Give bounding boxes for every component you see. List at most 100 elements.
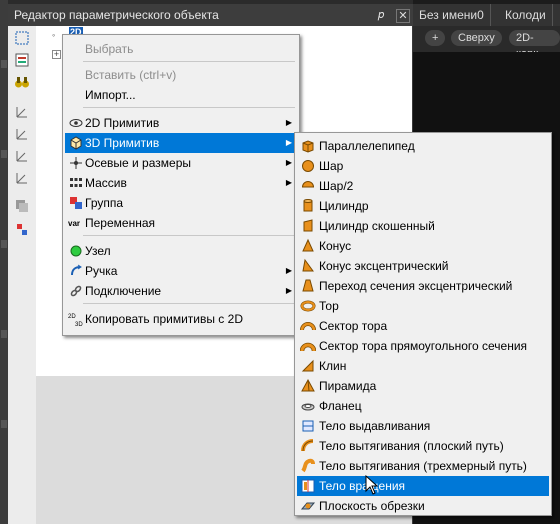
submenu-item-16[interactable]: Тело вытягивания (плоский путь) [297, 436, 549, 456]
sweep-flat-icon [301, 439, 314, 452]
green-dot-icon [70, 245, 82, 257]
variable-icon: var [68, 219, 80, 228]
menu-item-1[interactable]: Выбрать [65, 39, 297, 59]
transform-3d-icon[interactable] [14, 222, 30, 238]
submenu-item-14[interactable]: Фланец [297, 396, 549, 416]
submenu-item-8[interactable]: Переход сечения эксцентрический [297, 276, 549, 296]
submenu-item-label: Сектор тора прямоугольного сечения [319, 339, 528, 353]
wedge-icon [301, 359, 314, 372]
submenu-arrow-icon: ▶ [285, 138, 292, 147]
properties-icon[interactable] [14, 52, 30, 68]
menu-item-2[interactable]: Вставить (ctrl+v) [65, 65, 297, 85]
editor-toolbar [8, 26, 36, 524]
svg-text:3D: 3D [75, 322, 83, 327]
submenu-item-12[interactable]: Клин [297, 356, 549, 376]
copy-2d-icon: 2D3D [68, 314, 83, 327]
menu-separator [83, 107, 295, 108]
viewport-buttons: + Сверху 2D-карк [413, 26, 560, 60]
submenu-item-13[interactable]: Пирамида [297, 376, 549, 396]
submenu-item-label: Тело вытягивания (плоский путь) [319, 439, 504, 453]
axis-tool-3-icon[interactable] [14, 148, 30, 164]
submenu-item-11[interactable]: Сектор тора прямоугольного сечения [297, 336, 549, 356]
section-transition-icon [302, 279, 314, 292]
axis-tool-2-icon[interactable] [14, 126, 30, 142]
submenu-item-label: Клин [319, 359, 347, 373]
submenu-item-3[interactable]: Шар/2 [297, 176, 549, 196]
submenu-arrow-icon: ▶ [285, 266, 292, 275]
binoculars-icon[interactable] [14, 74, 30, 90]
menu-item-label: Переменная [85, 216, 155, 230]
sphere-icon [302, 160, 314, 172]
submenu-item-7[interactable]: Конус эксцентрический [297, 256, 549, 276]
menu-item-11[interactable]: Ручка ▶ [65, 261, 297, 281]
menu-item-8[interactable]: Группа [65, 193, 297, 213]
submenu-item-15[interactable]: Тело выдавливания [297, 416, 549, 436]
grid-array-icon [70, 178, 82, 187]
submenu-item-9[interactable]: Тор [297, 296, 549, 316]
revolution-icon [301, 479, 315, 493]
menu-item-4[interactable]: 2D Примитив ▶ [65, 113, 297, 133]
menu-item-13[interactable]: 2D 3D Копировать примитивы с 2D [65, 309, 297, 329]
eye-2d-icon [69, 119, 83, 127]
axis-tool-4-icon[interactable] [14, 170, 30, 186]
submenu-item-5[interactable]: Цилиндр скошенный [297, 216, 549, 236]
submenu-item-19[interactable]: Плоскость обрезки [297, 496, 549, 516]
submenu-item-1[interactable]: Параллелепипед [297, 136, 549, 156]
submenu-item-label: Фланец [319, 399, 362, 413]
view-top-button[interactable]: Сверху [451, 30, 502, 46]
svg-text:2D: 2D [68, 314, 76, 320]
menu-item-label: Ручка [85, 264, 118, 278]
select-tool-icon[interactable] [14, 30, 30, 46]
menu-item-label: 2D Примитив [85, 116, 160, 130]
box-icon [302, 140, 314, 153]
menu-item-10[interactable]: Узел [65, 241, 297, 261]
close-icon[interactable]: ✕ [396, 9, 410, 23]
submenu-item-2[interactable]: Шар [297, 156, 549, 176]
submenu-item-4[interactable]: Цилиндр [297, 196, 549, 216]
editor-titlebar: Редактор параметрического объекта 𝑝 ✕ [8, 4, 413, 26]
menu-item-6[interactable]: Осевые и размеры ▶ [65, 153, 297, 173]
eccentric-cone-icon [302, 258, 314, 272]
menu-item-5[interactable]: 3D Примитив ▶ [65, 133, 297, 153]
tree-expand-icon[interactable]: + [52, 50, 61, 59]
submenu-item-label: Тор [319, 299, 339, 313]
menu-item-label: Массив [85, 176, 127, 190]
torus-icon [300, 300, 316, 312]
axis-tool-icon[interactable] [14, 104, 30, 120]
add-view-button[interactable]: + [425, 30, 446, 46]
menu-item-label: Импорт... [85, 88, 136, 102]
torus-sector-icon [300, 322, 316, 331]
menu-item-label: Выбрать [85, 42, 134, 56]
menu-item-label: Подключение [85, 284, 162, 298]
submenu-item-10[interactable]: Сектор тора [297, 316, 549, 336]
viewport-tabs: Без имени0 Колоди [413, 4, 560, 26]
menu-item-label: Осевые и размеры [85, 156, 191, 170]
menu-item-label: 3D Примитив [85, 136, 160, 150]
submenu-arrow-icon: ▶ [285, 158, 292, 167]
rect-torus-sector-icon [300, 342, 316, 352]
menu-item-12[interactable]: Подключение ▶ [65, 281, 297, 301]
tab-kolodi[interactable]: Колоди [499, 4, 553, 26]
menu-item-label: Копировать примитивы с 2D [85, 312, 243, 326]
menu-item-3[interactable]: Импорт... [65, 85, 297, 105]
pyramid-icon [301, 378, 315, 392]
submenu-item-18[interactable]: Тело вращения [297, 476, 549, 496]
submenu-item-6[interactable]: Конус [297, 236, 549, 256]
submenu-item-label: Тело выдавливания [319, 419, 431, 433]
editor-title: Редактор параметрического объекта [14, 8, 219, 22]
wireframe-2d-button[interactable]: 2D-карк [509, 30, 560, 60]
submenu-item-17[interactable]: Тело вытягивания (трехмерный путь) [297, 456, 549, 476]
tree-node-dot: ◦ [52, 30, 56, 40]
pin-icon[interactable]: 𝑝 [378, 4, 384, 26]
menu-item-7[interactable]: Массив ▶ [65, 173, 297, 193]
layers-icon[interactable] [14, 198, 30, 214]
tab-bez-imeni[interactable]: Без имени0 [413, 4, 491, 26]
submenu-3d-primitive: Параллелепипед Шар Шар/2 Цилиндр Цилиндр ско… [294, 132, 552, 516]
menu-separator [83, 61, 295, 62]
submenu-item-label: Плоскость обрезки [319, 499, 425, 513]
submenu-arrow-icon: ▶ [285, 118, 292, 127]
menu-item-9[interactable]: var Переменная [65, 213, 297, 233]
menu-separator [83, 303, 295, 304]
submenu-item-label: Шар/2 [319, 179, 354, 193]
svg-text:var: var [68, 219, 80, 228]
